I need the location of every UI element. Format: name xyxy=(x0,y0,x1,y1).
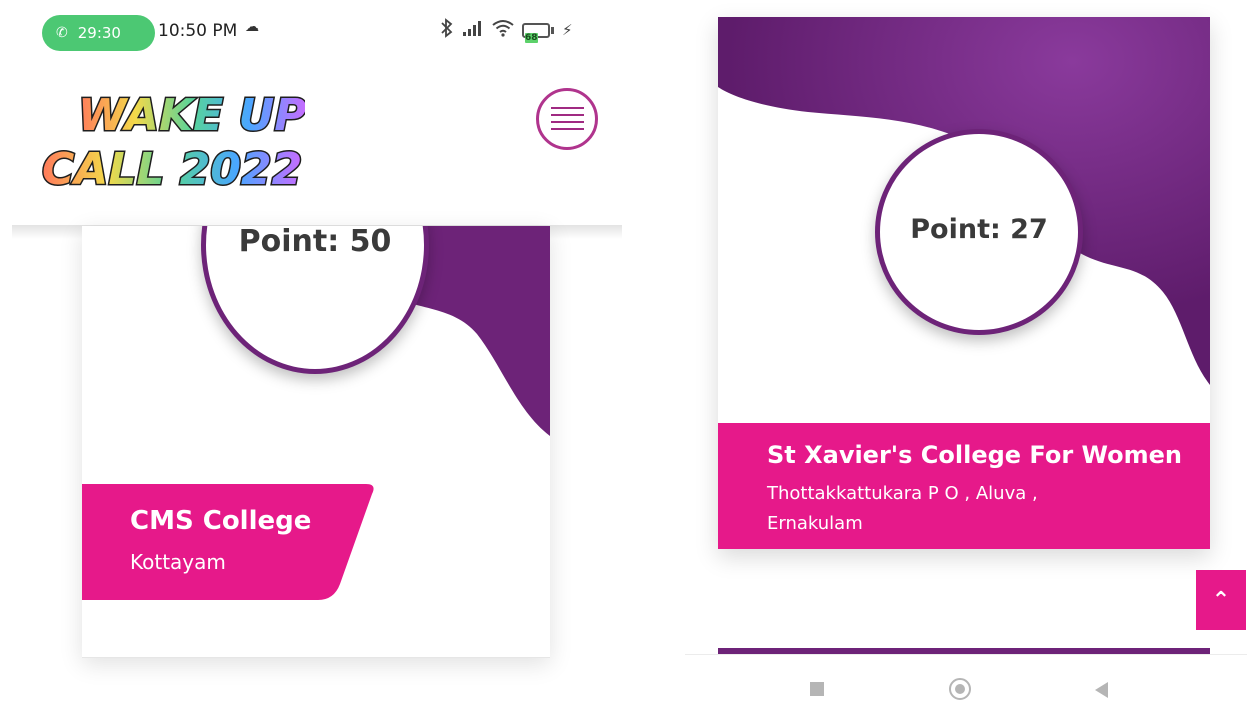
college-name-tag: St Xavier's College For Women Thottakkat… xyxy=(718,423,1210,549)
card-bottom-edge xyxy=(82,657,550,658)
phone-icon: ✆ xyxy=(56,25,68,41)
home-icon[interactable] xyxy=(949,678,971,700)
wifi-icon xyxy=(492,19,514,41)
bluetooth-icon xyxy=(440,18,454,42)
hamburger-menu-icon[interactable] xyxy=(536,88,598,150)
signal-icon xyxy=(462,20,484,40)
college-card[interactable]: Point: 27 St Xavier's College For Women … xyxy=(718,17,1210,549)
back-icon[interactable] xyxy=(1095,682,1108,698)
nav-divider xyxy=(685,654,1247,655)
system-icons: 68 ⚡ xyxy=(440,18,573,43)
right-screenshot: Point: 27 St Xavier's College For Women … xyxy=(685,0,1247,704)
wake-up-call-logo[interactable]: WAKE UP CALL 2022 xyxy=(40,80,308,198)
recent-apps-icon[interactable] xyxy=(810,682,824,696)
points-label: Point: 27 xyxy=(910,214,1048,245)
points-badge: Point: 27 xyxy=(875,129,1083,335)
battery-level: 68 xyxy=(525,32,538,43)
college-location: Thottakkattukara P O , Aluva , Ernakulam xyxy=(767,483,1038,534)
college-card[interactable]: Point: 50 CMS College Kottayam xyxy=(82,226,550,658)
cloud-icon: ☁ xyxy=(245,19,259,35)
college-name: St Xavier's College For Women xyxy=(767,441,1183,469)
logo-line-2: CALL 2022 xyxy=(42,144,302,195)
points-label: Point: 50 xyxy=(238,226,392,259)
status-time: 10:50 PM xyxy=(158,21,238,41)
college-name-tag: CMS College Kottayam xyxy=(82,484,382,600)
double-chevron-up-icon[interactable]: ⌃ xyxy=(1196,570,1246,630)
battery-icon: 68 xyxy=(522,22,554,43)
college-location: Kottayam xyxy=(130,550,226,574)
logo-line-1: WAKE UP xyxy=(78,90,305,141)
call-timer: 29:30 xyxy=(77,24,121,42)
left-screenshot: ✆ 29:30 10:50 PM ☁ 68 ⚡ WAKE UP CALL 202… xyxy=(0,0,625,704)
college-name: CMS College xyxy=(130,506,312,536)
charging-icon: ⚡ xyxy=(562,21,573,39)
status-bar: ✆ 29:30 10:50 PM ☁ 68 ⚡ xyxy=(0,0,625,60)
ongoing-call-chip[interactable]: ✆ 29:30 xyxy=(42,15,155,51)
